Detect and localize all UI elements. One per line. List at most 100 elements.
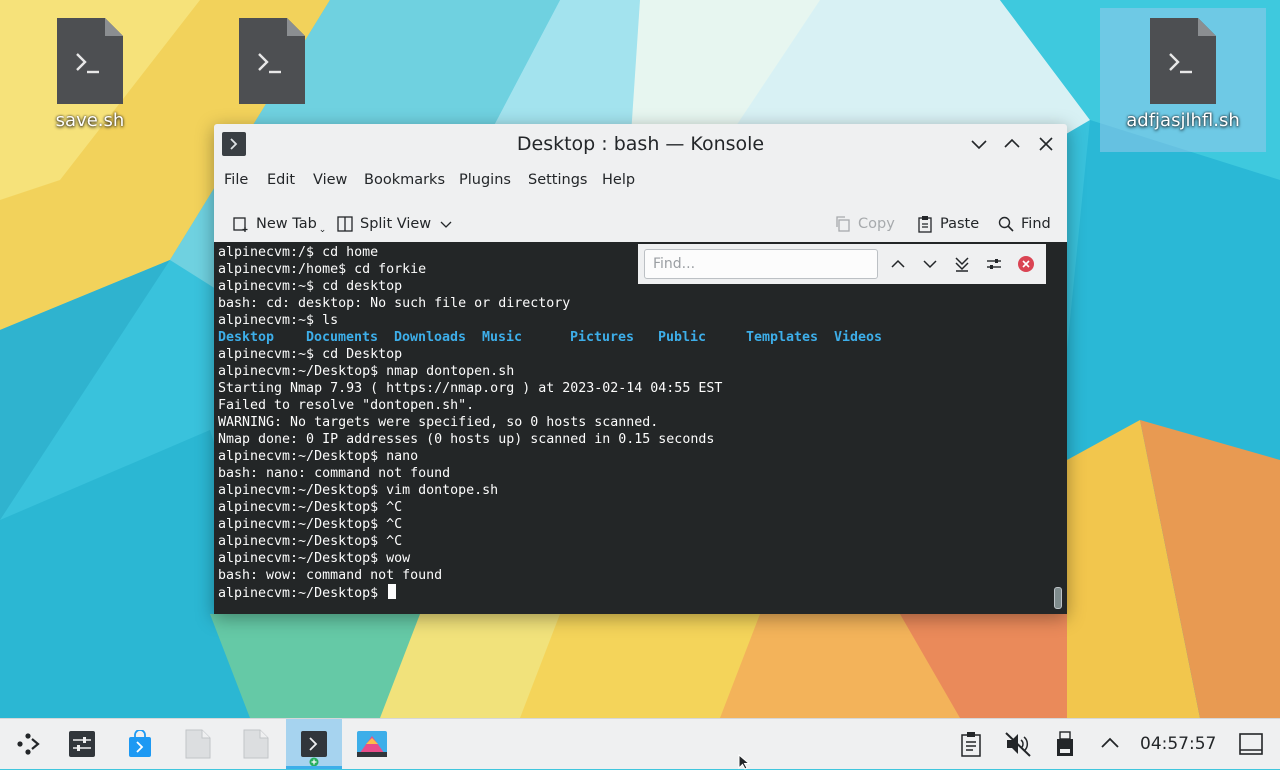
- close-icon: [1039, 137, 1053, 151]
- window-title: Desktop : bash — Konsole: [516, 133, 765, 155]
- search-icon: [998, 216, 1014, 232]
- terminal-prompt-line: alpinecvm:~/Desktop$: [218, 584, 722, 601]
- terminal-line: alpinecvm:~/Desktop$ ^C: [218, 517, 403, 532]
- file-icon: [185, 729, 211, 759]
- new-tab-label: New Tab: [256, 216, 317, 232]
- settings-sliders-icon: [987, 259, 1001, 269]
- usb-drive-icon: [1057, 731, 1073, 756]
- directory-entry: Public: [658, 330, 707, 345]
- script-file-icon: [239, 18, 305, 104]
- store-bag-icon: [129, 730, 151, 757]
- double-chevron-down-icon: [955, 257, 969, 272]
- menu-edit[interactable]: Edit: [267, 172, 295, 188]
- terminal-line: alpinecvm:~/Desktop$ nmap dontopen.sh: [218, 364, 515, 379]
- desktop-file-save-sh[interactable]: save.sh: [20, 18, 160, 131]
- terminal-line: bash: cd: desktop: No such file or direc…: [218, 296, 571, 311]
- terminal-line: alpinecvm:~/Desktop$ wow: [218, 551, 411, 566]
- menu-file[interactable]: File: [224, 172, 248, 188]
- directory-entry: Templates: [746, 330, 819, 345]
- clipboard-tray-button[interactable]: [958, 731, 984, 757]
- menu-help[interactable]: Help: [602, 172, 635, 188]
- split-view-button[interactable]: Split View: [336, 212, 459, 236]
- paste-icon: [918, 216, 932, 233]
- directory-entry: Downloads: [394, 330, 467, 345]
- system-settings-icon: [69, 731, 95, 757]
- desktop-file-unnamed[interactable]: [202, 18, 342, 110]
- terminal-line: alpinecvm:~/Desktop$ ^C: [218, 500, 403, 515]
- desktop-file-adfjasjlhfl-sh[interactable]: adfjasjlhfl.sh: [1100, 8, 1266, 152]
- text-cursor: [388, 584, 397, 599]
- directory-entry: Desktop: [218, 330, 275, 345]
- copy-button[interactable]: Copy: [834, 212, 895, 236]
- menu-bookmarks[interactable]: Bookmarks: [364, 172, 445, 188]
- find-button[interactable]: Find: [997, 212, 1051, 236]
- split-view-icon: [337, 216, 353, 232]
- paste-button[interactable]: Paste: [916, 212, 979, 236]
- terminal-line: bash: nano: command not found: [218, 466, 451, 481]
- file-task[interactable]: [170, 719, 226, 769]
- chevron-up-icon: [891, 259, 905, 268]
- taskbar: 04:57:57: [0, 718, 1280, 769]
- show-desktop-icon: [1239, 733, 1263, 755]
- find-options-button[interactable]: [984, 254, 1004, 274]
- new-tab-button[interactable]: New Tab ⌄: [232, 212, 326, 236]
- konsole-task[interactable]: [286, 719, 342, 769]
- terminal-line: bash: wow: command not found: [218, 568, 443, 583]
- show-desktop-button[interactable]: [1238, 731, 1264, 757]
- find-label: Find: [1021, 216, 1051, 232]
- close-button[interactable]: [1036, 134, 1056, 154]
- title-bar[interactable]: Desktop : bash — Konsole: [214, 124, 1067, 164]
- close-find-bar-button[interactable]: [1016, 254, 1036, 274]
- copy-icon: [836, 216, 850, 232]
- system-settings-task[interactable]: [54, 719, 110, 769]
- paste-label: Paste: [940, 216, 980, 232]
- chevron-down-icon: [923, 260, 937, 269]
- discover-task[interactable]: [112, 719, 168, 769]
- terminal-line: Nmap done: 0 IP addresses (0 hosts up) s…: [218, 432, 715, 447]
- script-file-icon: [1150, 18, 1216, 104]
- terminal-line: WARNING: No targets were specified, so 0…: [218, 415, 659, 430]
- digital-clock[interactable]: 04:57:57: [1140, 734, 1216, 754]
- app-task[interactable]: [344, 719, 400, 769]
- volume-tray-button[interactable]: [1004, 731, 1031, 757]
- volume-muted-icon: [1005, 732, 1031, 757]
- launcher-icon: [17, 733, 40, 755]
- find-next-button[interactable]: [920, 254, 940, 274]
- find-previous-button[interactable]: [888, 254, 908, 274]
- menu-settings[interactable]: Settings: [528, 172, 587, 188]
- minimize-button[interactable]: [969, 134, 989, 154]
- desktop-file-label: save.sh: [55, 110, 125, 131]
- find-bar: [638, 244, 1046, 284]
- directory-entry: Music: [482, 330, 523, 345]
- removable-device-tray-button[interactable]: [1052, 731, 1078, 757]
- chevron-up-icon: [1004, 138, 1020, 148]
- desktop-file-label: adfjasjlhfl.sh: [1126, 110, 1240, 131]
- application-launcher-button[interactable]: [0, 719, 56, 769]
- file-task-2[interactable]: [228, 719, 284, 769]
- toolbar: New Tab ⌄ Split View Copy Paste Find: [214, 204, 1067, 244]
- terminal-icon: [301, 731, 327, 757]
- menu-view[interactable]: View: [313, 172, 347, 188]
- terminal-prompt: alpinecvm:~/Desktop$: [218, 586, 387, 601]
- chevron-down-icon: [971, 140, 987, 150]
- terminal-scrollbar[interactable]: [1054, 587, 1062, 609]
- terminal-line: alpinecvm:~/Desktop$ ^C: [218, 534, 403, 549]
- find-all-button[interactable]: [952, 254, 972, 274]
- terminal-line: alpinecvm:~$ cd Desktop: [218, 347, 403, 362]
- split-view-label: Split View: [360, 216, 432, 232]
- show-hidden-icons-button[interactable]: [1098, 731, 1124, 757]
- terminal-line: alpinecvm:~/Desktop$ nano: [218, 449, 419, 464]
- file-icon: [243, 729, 269, 759]
- terminal-line: Failed to resolve "dontopen.sh".: [218, 398, 475, 413]
- terminal-output: alpinecvm:/$ cd home alpinecvm:/home$ cd …: [218, 244, 882, 601]
- terminal-view[interactable]: alpinecvm:/$ cd home alpinecvm:/home$ cd …: [214, 242, 1067, 614]
- directory-entry: Pictures: [570, 330, 635, 345]
- app-icon: [357, 731, 387, 757]
- find-input[interactable]: [644, 249, 878, 279]
- maximize-button[interactable]: [1002, 134, 1022, 154]
- clipboard-icon: [961, 732, 981, 757]
- menu-plugins[interactable]: Plugins: [459, 172, 511, 188]
- directory-entry: Documents: [306, 330, 379, 345]
- directory-entry: Videos: [834, 330, 883, 345]
- konsole-window: Desktop : bash — Konsole File Edit View …: [214, 124, 1067, 614]
